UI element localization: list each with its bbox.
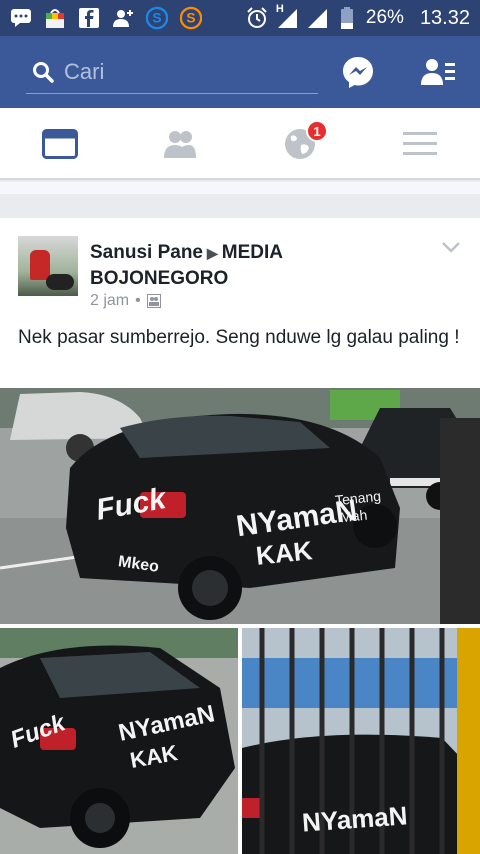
search-bar[interactable]: Cari (26, 50, 318, 94)
search-input[interactable]: Cari (64, 59, 104, 85)
friend-list-icon[interactable] (420, 54, 456, 90)
battery-icon (336, 7, 358, 29)
nav-bar: 1 (0, 108, 480, 180)
clock: 13.32 (419, 6, 470, 29)
signal-icon: H (276, 3, 298, 29)
graffiti-text: KAK (254, 535, 314, 571)
menu-tab[interactable] (360, 108, 480, 180)
friends-tab[interactable] (120, 108, 240, 180)
svg-text:S: S (186, 11, 195, 26)
s-app-orange-icon: S (180, 6, 202, 30)
svg-text:S: S (152, 11, 161, 26)
author-name[interactable]: Sanusi Pane (90, 242, 203, 263)
post-time[interactable]: 2 jam (90, 292, 129, 310)
store-icon (44, 7, 66, 29)
notification-badge: 1 (306, 120, 328, 142)
news-feed-icon (42, 129, 78, 159)
chevron-down-icon[interactable] (440, 236, 462, 258)
status-bar: S S H 26% 13.32 (0, 0, 480, 36)
arrow-right-icon: ▶ (207, 245, 218, 261)
facebook-icon (78, 7, 100, 29)
search-icon[interactable] (32, 61, 54, 83)
friends-icon (162, 129, 198, 159)
person-add-icon (112, 7, 134, 29)
post-meta: 2 jam • (90, 292, 161, 310)
photo-right[interactable]: NYamaN (242, 628, 480, 854)
avatar[interactable] (18, 236, 78, 296)
post-header: Sanusi Pane ▶ MEDIA BOJONEGORO (90, 240, 420, 292)
group-privacy-icon (146, 294, 161, 308)
photo-main[interactable]: Fuck NYamaN KAK Mah Tenang Mkeo (0, 388, 480, 624)
photo-left[interactable]: Fuck NYamaN KAK (0, 628, 238, 854)
notifications-tab[interactable]: 1 (240, 108, 360, 180)
messenger-icon[interactable] (340, 54, 376, 90)
news-feed-tab[interactable] (0, 108, 120, 180)
s-app-blue-icon: S (146, 6, 168, 30)
alarm-icon (246, 7, 268, 29)
feed-post: Sanusi Pane ▶ MEDIA BOJONEGORO 2 jam • Nek… (0, 218, 480, 854)
post-text: Nek pasar sumberrejo. Seng nduwe lg gala… (18, 327, 460, 348)
top-bar: Cari (0, 36, 480, 108)
chat-icon (10, 7, 32, 29)
hamburger-icon (403, 130, 437, 158)
meta-separator: • (135, 292, 141, 309)
battery-level: 26% (365, 7, 404, 28)
graffiti-text: Mah (339, 506, 368, 526)
feed-divider (0, 182, 480, 194)
signal-icon (306, 7, 328, 29)
network-type: H (275, 3, 284, 15)
